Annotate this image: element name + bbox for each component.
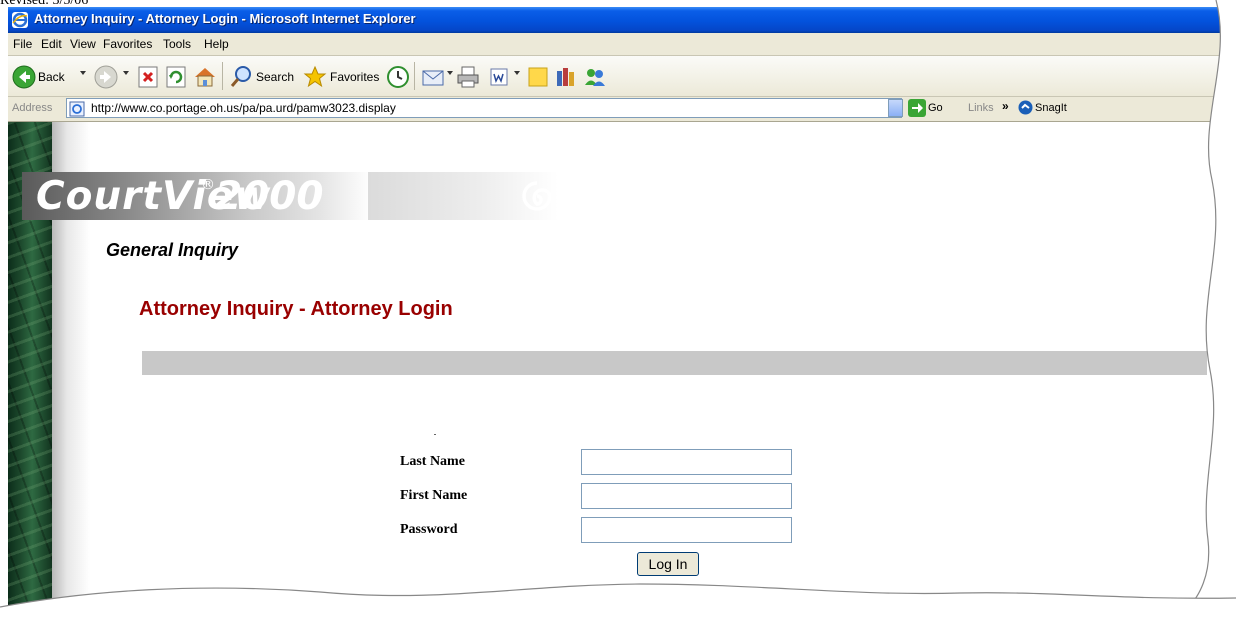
notes-icon[interactable] — [526, 65, 550, 89]
research-icon[interactable] — [554, 65, 578, 89]
courtview-logo-year: 2000 — [215, 174, 324, 219]
refresh-icon[interactable] — [165, 65, 187, 89]
address-field[interactable]: http://www.co.portage.oh.us/pa/pa.urd/pa… — [66, 98, 902, 118]
back-arrow-icon[interactable] — [12, 65, 36, 89]
toolbar-separator — [414, 62, 415, 90]
history-icon[interactable] — [386, 65, 410, 89]
word-icon[interactable] — [488, 65, 510, 89]
first-name-label: First Name — [400, 488, 468, 503]
window-title: Attorney Inquiry - Attorney Login - Micr… — [34, 11, 416, 26]
print-icon[interactable] — [456, 65, 480, 89]
title-bar[interactable]: Attorney Inquiry - Attorney Login - Micr… — [8, 7, 1236, 33]
menu-help[interactable]: Help — [204, 37, 229, 51]
back-button[interactable]: Back — [38, 70, 65, 84]
browser-window: Attorney Inquiry - Attorney Login - Micr… — [8, 7, 1236, 607]
address-label: Address — [12, 102, 53, 114]
menu-file[interactable]: File — [13, 37, 32, 51]
mail-dropdown[interactable] — [447, 71, 453, 75]
menu-favorites[interactable]: Favorites — [103, 37, 152, 51]
address-dropdown[interactable] — [888, 99, 903, 117]
mail-icon[interactable] — [421, 65, 447, 89]
first-name-field[interactable] — [581, 483, 792, 509]
go-button[interactable]: Go — [928, 102, 943, 114]
toolbar: Back Search Favorites — [8, 56, 1236, 97]
address-url[interactable]: http://www.co.portage.oh.us/pa/pa.urd/pa… — [91, 101, 396, 115]
links-label: Links — [968, 102, 994, 114]
snagit-button[interactable]: SnagIt — [1035, 102, 1067, 114]
snagit-icon[interactable] — [1018, 100, 1033, 119]
section-title: General Inquiry — [106, 240, 239, 260]
stop-icon[interactable] — [137, 65, 159, 89]
menu-bar: File Edit View Favorites Tools Help — [8, 33, 1236, 56]
page-title: Attorney Inquiry - Attorney Login — [139, 298, 453, 320]
favorites-button[interactable]: Favorites — [330, 70, 379, 84]
go-arrow-icon[interactable] — [908, 99, 926, 121]
header-divider-bar — [142, 351, 1207, 375]
search-icon[interactable] — [229, 65, 253, 89]
toolbar-separator — [222, 62, 223, 90]
logo-registered-mark: ® — [201, 177, 215, 193]
menu-view[interactable]: View — [70, 37, 96, 51]
login-button[interactable]: Log In — [637, 552, 699, 576]
page-content: CourtView ® 2000 General Inquiry Attorne… — [8, 122, 1236, 607]
menu-tools[interactable]: Tools — [163, 37, 191, 51]
back-dropdown[interactable] — [80, 71, 86, 75]
forward-arrow-icon[interactable] — [94, 65, 118, 89]
menu-edit[interactable]: Edit — [41, 37, 62, 51]
address-bar: Address http://www.co.portage.oh.us/pa/p… — [8, 97, 1236, 122]
links-more-chevron[interactable]: » — [1002, 99, 1009, 113]
page-icon — [69, 101, 85, 121]
favorites-star-icon[interactable] — [303, 65, 327, 89]
home-icon[interactable] — [193, 65, 217, 89]
last-name-label: Last Name — [400, 454, 465, 469]
password-label: Password — [400, 522, 458, 537]
search-button[interactable]: Search — [256, 70, 294, 84]
stray-dot — [434, 434, 436, 435]
courtview-swirl-icon — [521, 180, 553, 216]
forward-dropdown[interactable] — [123, 71, 129, 75]
last-name-field[interactable] — [581, 449, 792, 475]
messenger-icon[interactable] — [582, 65, 608, 89]
password-field[interactable] — [581, 517, 792, 543]
word-dropdown[interactable] — [514, 71, 520, 75]
ie-logo-icon — [12, 12, 28, 28]
